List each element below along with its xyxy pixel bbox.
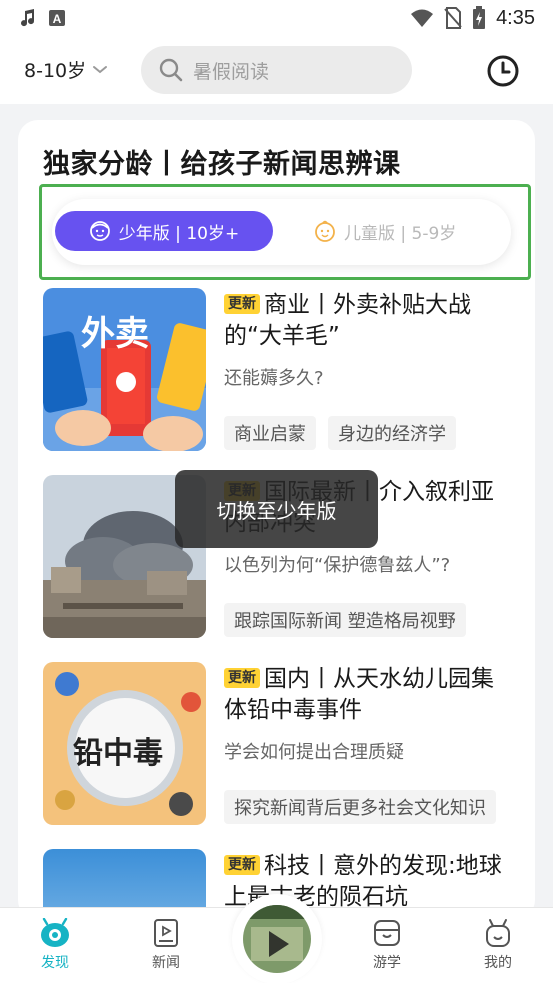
nav-label: 新闻 [152, 955, 180, 971]
age-range-selector[interactable]: 8-10岁 [24, 56, 108, 83]
nav-label: 我的 [484, 955, 512, 971]
news-item[interactable]: 外卖 更新 商业丨外卖补贴大战的“大羊毛” 还能薅多久? 商业启蒙 身边的经济学 [43, 288, 513, 453]
update-badge: 更新 [224, 294, 260, 314]
kids-version-tab[interactable]: 儿童版 | 5-9岁 [314, 211, 494, 251]
profile-icon [486, 919, 510, 947]
tag[interactable]: 商业启蒙 [224, 416, 316, 450]
study-tour-icon [374, 920, 400, 946]
age-range-label: 8-10岁 [24, 60, 87, 82]
toast-message: 切换至少年版 [175, 470, 378, 548]
font-app-icon: A [49, 10, 65, 26]
news-thumbnail: 铅中毒 [43, 662, 206, 825]
center-audio-button[interactable] [232, 894, 322, 983]
album-cover [243, 905, 311, 973]
news-icon [154, 919, 178, 947]
status-time: 4:35 [496, 6, 535, 29]
teen-version-tab[interactable]: 少年版 | 10岁+ [55, 211, 273, 251]
news-item[interactable]: 铅中毒 更新 国内丨从天水幼儿园集体铅中毒事件 学会如何提出合理质疑 探究新闻背后… [43, 662, 513, 827]
news-subtitle: 以色列为何“保护德鲁兹人”? [224, 555, 451, 576]
update-badge: 更新 [224, 855, 260, 875]
status-bar: A 4:35 [0, 0, 553, 36]
news-title-text: 商业丨外卖补贴大战的“大羊毛” [224, 292, 471, 349]
top-bar: 8-10岁 暑假阅读 [0, 36, 553, 104]
tag-list: 商业启蒙 身边的经济学 [224, 416, 534, 450]
update-badge: 更新 [224, 668, 260, 688]
nav-item-discover[interactable]: 发现 [15, 918, 95, 980]
music-note-icon [21, 9, 35, 27]
teen-version-label: 少年版 | 10岁+ [118, 223, 240, 244]
kid-face-icon [315, 220, 335, 242]
news-title: 更新 商业丨外卖补贴大战的“大羊毛” [224, 290, 514, 352]
news-subtitle: 还能薅多久? [224, 368, 324, 389]
news-thumbnail: 外卖 [43, 288, 206, 451]
tag-list: 探究新闻背后更多社会文化知识 [224, 790, 534, 824]
nav-label: 发现 [41, 955, 69, 971]
version-toggle: 少年版 | 10岁+ 儿童版 | 5-9岁 [52, 199, 511, 265]
battery-charging-icon [473, 6, 486, 29]
search-input[interactable]: 暑假阅读 [141, 46, 412, 94]
teen-face-icon [89, 221, 110, 241]
card-title: 独家分龄丨给孩子新闻思辨课 [43, 149, 401, 180]
tag[interactable]: 跟踪国际新闻 塑造格局视野 [224, 603, 466, 637]
thumbnail-caption: 外卖 [81, 314, 149, 354]
search-icon [159, 58, 183, 82]
discover-icon [41, 918, 69, 947]
news-title-text: 国内丨从天水幼儿园集体铅中毒事件 [224, 666, 494, 723]
wifi-icon [411, 9, 434, 27]
svg-text:A: A [53, 12, 62, 26]
nav-item-profile[interactable]: 我的 [458, 918, 538, 980]
kids-version-label: 儿童版 | 5-9岁 [344, 223, 457, 244]
thumbnail-caption: 铅中毒 [73, 736, 163, 771]
chevron-down-icon [93, 65, 108, 73]
history-clock-icon[interactable] [486, 54, 520, 88]
bottom-nav: 发现 新闻 游学 我的 [0, 894, 553, 983]
no-sim-icon [444, 7, 462, 29]
tag[interactable]: 身边的经济学 [328, 416, 456, 450]
tag[interactable]: 探究新闻背后更多社会文化知识 [224, 790, 496, 824]
search-placeholder: 暑假阅读 [193, 60, 270, 83]
nav-item-study-tour[interactable]: 游学 [347, 918, 427, 980]
tag-list: 跟踪国际新闻 塑造格局视野 [224, 603, 534, 637]
news-subtitle: 学会如何提出合理质疑 [224, 742, 404, 763]
nav-label: 游学 [373, 955, 401, 971]
news-title: 更新 国内丨从天水幼儿园集体铅中毒事件 [224, 664, 514, 726]
nav-item-news[interactable]: 新闻 [126, 918, 206, 980]
